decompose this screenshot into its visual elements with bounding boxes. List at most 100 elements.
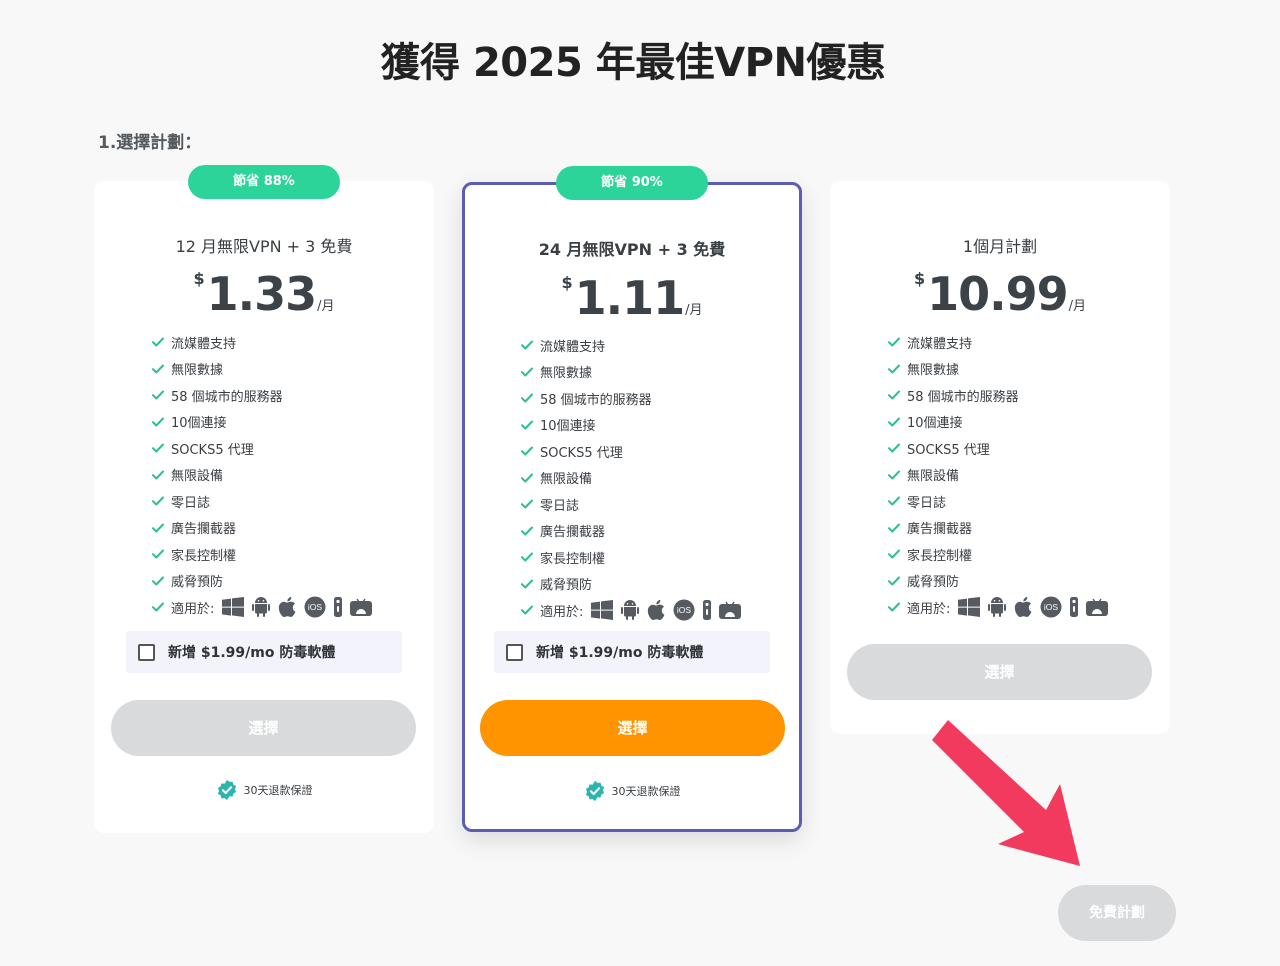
feature-item: 適用於: iOS [888, 594, 1109, 621]
feature-label: 適用於: [171, 601, 215, 617]
step-label: 1.選擇計劃： [98, 133, 202, 153]
platform-icons: iOS [958, 596, 1109, 618]
check-icon [888, 523, 900, 533]
plan-card-1-month[interactable]: 1個月計劃 $10.99/月 流媒體支持 無限數據 58 個城市的服務器 10個連接 S… [830, 181, 1170, 734]
feature-label: SOCKS5 代理 [171, 442, 254, 458]
feature-item: SOCKS5 代理 [521, 438, 741, 465]
free-plan-button[interactable]: 免費計劃 [1058, 885, 1176, 941]
plan-name: 24 月無限VPN + 3 免費 [538, 240, 726, 259]
check-icon [152, 523, 164, 533]
feature-label: 58 個城市的服務器 [540, 392, 652, 408]
check-icon [521, 552, 533, 562]
feature-item: 廣告攔截器 [152, 515, 372, 542]
feature-label: 適用於: [540, 604, 584, 620]
plan-card-24-months[interactable]: 節省 90% 24 月無限VPN + 3 免費 $1.11/月 流媒體支持 無限數… [462, 166, 802, 832]
check-icon [521, 367, 533, 377]
feature-list: 流媒體支持無限數據 58 個城市的服務器 10個連接 SOCKS5 代理無限設備零日誌… [521, 332, 742, 624]
save-badge: 節省 88% [188, 165, 340, 199]
feature-item: 無限設備 [521, 465, 741, 492]
feature-label: 廣告攔截器 [540, 525, 606, 541]
windows-icon [958, 597, 981, 618]
feature-item: 威脅預防 [521, 571, 741, 598]
price-currency: $ [913, 269, 926, 288]
antivirus-checkbox[interactable] [138, 643, 155, 661]
feature-list: 流媒體支持 無限數據 58 個城市的服務器 10個連接 SOCKS5 代理 無限設備 零日誌… [888, 329, 1109, 621]
check-icon [521, 473, 533, 483]
plan-price: $1.33/月 [94, 267, 434, 321]
feature-label: 無限數據 [540, 366, 593, 382]
feature-item: 零日誌 [521, 491, 741, 518]
antivirus-checkbox[interactable] [506, 643, 523, 661]
check-icon [521, 499, 533, 509]
check-icon [521, 605, 533, 615]
check-icon [152, 390, 164, 400]
feature-label: 零日誌 [540, 498, 580, 514]
feature-label: 流媒體支持 [171, 336, 237, 352]
feature-label: 威脅預防 [907, 575, 960, 591]
feature-item: 無限數據 [521, 359, 741, 386]
save-badge: 節省 90% [556, 166, 708, 200]
select-button[interactable]: 選擇 [111, 700, 416, 756]
feature-item: 家長控制權 [888, 541, 1108, 568]
antivirus-addon[interactable]: 新增 $1.99/mo 防毒軟體 [126, 631, 402, 673]
feature-item: 無限設備 [888, 462, 1108, 489]
feature-item: 流媒體支持 [152, 329, 372, 356]
fire-tv-icon [1070, 597, 1079, 618]
svg-text:iOS: iOS [677, 605, 692, 615]
feature-item: 零日誌 [888, 488, 1108, 515]
check-icon [888, 576, 900, 586]
feature-label: 流媒體支持 [540, 339, 606, 355]
price-period: /月 [685, 303, 703, 318]
guarantee-text: 30天退款保證 [243, 784, 313, 797]
feature-item: 58 個城市的服務器 [152, 382, 372, 409]
feature-label: 零日誌 [171, 495, 211, 511]
price-amount: 1.11 [574, 271, 685, 325]
check-icon [888, 417, 900, 427]
check-icon [152, 602, 164, 612]
feature-item: 10個連接 [888, 409, 1108, 436]
addon-label: 新增 $1.99/mo 防毒軟體 [536, 645, 704, 661]
svg-text:iOS: iOS [308, 602, 323, 612]
check-icon [152, 337, 164, 347]
plan-card-12-months[interactable]: 節省 88% 12 月無限VPN + 3 免費 $1.33/月 流媒體支持 無限數… [94, 165, 434, 833]
check-icon [521, 579, 533, 589]
select-button[interactable]: 選擇 [480, 700, 785, 756]
feature-label: 威脅預防 [171, 575, 224, 591]
feature-label: 流媒體支持 [907, 336, 973, 352]
fire-tv-icon [334, 597, 343, 618]
feature-item: 58 個城市的服務器 [521, 385, 741, 412]
guarantee-text: 30天退款保證 [611, 785, 681, 798]
check-icon [888, 602, 900, 612]
feature-label: 無限設備 [540, 472, 593, 488]
verified-badge-icon [585, 780, 604, 802]
feature-label: 無限設備 [907, 469, 960, 485]
price-period: /月 [1068, 299, 1087, 314]
feature-label: 無限數據 [907, 363, 960, 379]
feature-label: 家長控制權 [171, 548, 237, 564]
android-tv-icon [350, 598, 373, 617]
money-back-guarantee: 30天退款保證 [94, 779, 434, 801]
check-icon [521, 393, 533, 403]
price-amount: 1.33 [206, 267, 317, 321]
feature-label: 廣告攔截器 [907, 522, 973, 538]
check-icon [888, 549, 900, 559]
apple-icon [647, 600, 665, 621]
check-icon [152, 549, 164, 559]
check-icon [888, 337, 900, 347]
feature-item: 無限設備 [152, 462, 372, 489]
feature-item: 流媒體支持 [888, 329, 1108, 356]
check-icon [888, 496, 900, 506]
feature-label: 10個連接 [540, 419, 596, 435]
price-amount: 10.99 [927, 267, 1069, 321]
feature-label: 無限數據 [171, 363, 224, 379]
plan-name: 1個月計劃 [962, 237, 1038, 256]
antivirus-addon[interactable]: 新增 $1.99/mo 防毒軟體 [494, 631, 770, 673]
android-tv-icon [1086, 598, 1109, 617]
windows-icon [591, 600, 614, 621]
android-icon [621, 600, 640, 621]
feature-item: 威脅預防 [888, 568, 1108, 595]
feature-item: 適用於: iOS [521, 597, 742, 624]
check-icon [521, 340, 533, 350]
svg-text:iOS: iOS [1044, 602, 1059, 612]
select-button[interactable]: 選擇 [847, 644, 1152, 700]
